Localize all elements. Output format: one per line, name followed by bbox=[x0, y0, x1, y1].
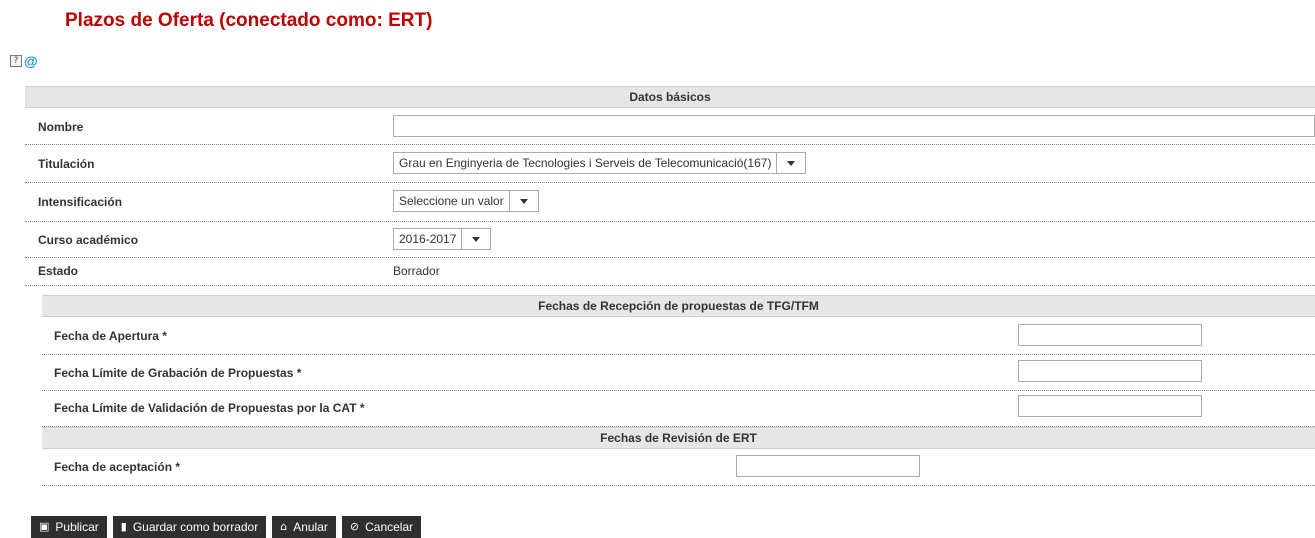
anular-button[interactable]: ⌂ Anular bbox=[272, 516, 336, 538]
document-icon: ▮ bbox=[120, 520, 127, 533]
intensificacion-selected-value: Seleccione un valor bbox=[399, 194, 504, 208]
save-icon: ▣ bbox=[39, 520, 50, 533]
aceptacion-date-input[interactable] bbox=[736, 455, 920, 477]
guardar-label: Guardar como borrador bbox=[132, 520, 259, 534]
curso-select[interactable]: 2016-2017 bbox=[393, 228, 492, 250]
trash-icon: ⌂ bbox=[280, 520, 288, 533]
row-nombre: Nombre bbox=[25, 108, 1315, 145]
chevron-down-icon[interactable] bbox=[508, 191, 538, 211]
nombre-input[interactable] bbox=[393, 115, 1315, 137]
titulacion-selected-value: Grau en Enginyeria de Tecnologies i Serv… bbox=[399, 156, 772, 170]
grabacion-label: Fecha Límite de Grabación de Propuestas … bbox=[54, 366, 302, 380]
estado-label: Estado bbox=[38, 264, 79, 278]
publicar-label: Publicar bbox=[55, 520, 99, 534]
cancelar-label: Cancelar bbox=[365, 520, 414, 534]
apertura-label: Fecha de Apertura * bbox=[54, 329, 167, 343]
page-title: Plazos de Oferta (conectado como: ERT) bbox=[65, 10, 433, 31]
validacion-label: Fecha Límite de Validación de Propuestas… bbox=[54, 401, 365, 415]
section-header-datos-basicos: Datos básicos bbox=[25, 86, 1315, 108]
section-header-recepcion: Fechas de Recepción de propuestas de TFG… bbox=[42, 295, 1315, 317]
row-apertura: Fecha de Apertura * bbox=[42, 317, 1315, 355]
row-validacion: Fecha Límite de Validación de Propuestas… bbox=[42, 391, 1315, 427]
titulacion-select[interactable]: Grau en Enginyeria de Tecnologies i Serv… bbox=[393, 152, 807, 174]
cancelar-button[interactable]: ⊘ Cancelar bbox=[341, 516, 422, 538]
publicar-button[interactable]: ▣ Publicar bbox=[31, 516, 107, 538]
row-estado: Estado Borrador bbox=[25, 258, 1315, 286]
email-icon[interactable]: @ bbox=[24, 54, 38, 68]
row-grabacion: Fecha Límite de Grabación de Propuestas … bbox=[42, 355, 1315, 391]
titulacion-label: Titulación bbox=[38, 157, 95, 171]
help-toolbar: ? @ bbox=[10, 54, 38, 68]
validacion-date-input[interactable] bbox=[1018, 395, 1202, 417]
apertura-date-input[interactable] bbox=[1018, 324, 1202, 346]
aceptacion-label: Fecha de aceptación * bbox=[54, 460, 181, 474]
chevron-down-icon[interactable] bbox=[461, 229, 491, 249]
row-curso: Curso académico 2016-2017 bbox=[25, 222, 1315, 258]
intensificacion-select[interactable]: Seleccione un valor bbox=[393, 190, 539, 212]
section-header-revision: Fechas de Revisión de ERT bbox=[42, 427, 1315, 449]
ban-icon: ⊘ bbox=[349, 520, 360, 533]
guardar-borrador-button[interactable]: ▮ Guardar como borrador bbox=[112, 516, 267, 538]
action-bar: ▣ Publicar ▮ Guardar como borrador ⌂ Anu… bbox=[31, 516, 422, 538]
intensificacion-label: Intensificación bbox=[38, 195, 123, 209]
nombre-label: Nombre bbox=[38, 120, 84, 134]
chevron-down-icon[interactable] bbox=[776, 153, 806, 173]
row-intensificacion: Intensificación Seleccione un valor bbox=[25, 183, 1315, 222]
help-icon[interactable]: ? bbox=[10, 55, 22, 67]
row-titulacion: Titulación Grau en Enginyeria de Tecnolo… bbox=[25, 145, 1315, 183]
grabacion-date-input[interactable] bbox=[1018, 360, 1202, 382]
anular-label: Anular bbox=[293, 520, 328, 534]
curso-selected-value: 2016-2017 bbox=[399, 232, 457, 246]
row-aceptacion: Fecha de aceptación * bbox=[42, 449, 1315, 486]
curso-label: Curso académico bbox=[38, 233, 139, 247]
estado-value: Borrador bbox=[393, 264, 440, 278]
